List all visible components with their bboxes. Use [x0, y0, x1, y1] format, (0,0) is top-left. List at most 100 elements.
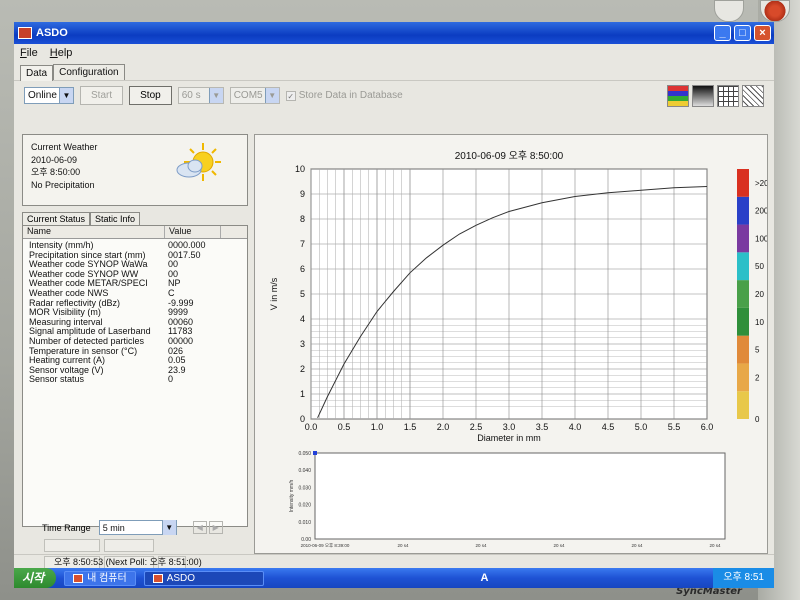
colorbar-segment	[737, 169, 749, 197]
mode-select-value: Online	[28, 90, 57, 101]
table-row[interactable]: Weather code NWS C	[23, 288, 247, 299]
x-tick-label: 3.5	[536, 422, 549, 432]
table-row[interactable]: Number of detected particles 00000	[23, 336, 247, 347]
from-time-field[interactable]	[104, 539, 154, 552]
tab-data[interactable]: Data	[20, 65, 54, 81]
table-row[interactable]: Sensor voltage (V) 23.9	[23, 365, 247, 376]
column-header-name[interactable]: Name	[23, 226, 165, 238]
menu-help[interactable]: Help	[50, 47, 73, 59]
grayscale-icon[interactable]	[692, 84, 714, 107]
maximize-button[interactable]: □	[734, 25, 751, 41]
chevron-down-icon: ▼	[264, 88, 279, 103]
mode-select[interactable]: Online ▼	[24, 87, 74, 104]
x-tick-label: 5.5	[668, 422, 681, 432]
system-tray: 오후 8:51	[713, 568, 774, 588]
taskbar-item-asdo[interactable]: ASDO	[143, 570, 264, 586]
row-name: Measuring interval	[29, 317, 103, 327]
time-range-label: Time Range	[42, 522, 91, 533]
tab-current-status[interactable]: Current Status	[22, 212, 91, 225]
y-tick-label: 6	[300, 264, 305, 274]
y-tick-label: 9	[300, 189, 305, 199]
x-tick-label: 5.0	[635, 422, 648, 432]
status-list: Name Value Intensity (mm/h) 0000.000 Preci…	[22, 225, 248, 527]
tab-configuration[interactable]: Configuration	[53, 64, 125, 80]
colorbar-segment	[737, 280, 749, 308]
store-data-checkbox[interactable]: ✓ Store Data in Database	[285, 90, 403, 101]
colorbar-segment	[737, 196, 749, 225]
table-row[interactable]: Heating current (A) 0.05	[23, 356, 247, 366]
interval-select[interactable]: 60 s ▼	[177, 87, 224, 104]
start-button[interactable]: 시작	[14, 568, 57, 588]
table-row[interactable]: Temperature in sensor (°C) 026	[23, 346, 247, 357]
start-button[interactable]: Start	[80, 86, 124, 105]
row-name: Weather code SYNOP WW	[29, 269, 139, 279]
table-row[interactable]: Intensity (mm/h) 0000.000	[23, 240, 247, 251]
x-tick-label: 0.5	[338, 422, 351, 432]
menu-file[interactable]: File	[20, 47, 38, 59]
colorbar-label: 0	[755, 415, 760, 424]
3d-view-icon[interactable]	[742, 84, 764, 107]
x-tick-label: 6.0	[701, 422, 714, 432]
y-tick-label: 1	[300, 389, 305, 399]
colorbar-label: 20	[755, 290, 764, 299]
toolbar: Online ▼ Start Stop 60 s ▼ COM5 ▼ ✓ Stor…	[14, 80, 774, 110]
colorbar-label: >200	[755, 179, 767, 188]
x-tick-label: 4.5	[602, 422, 615, 432]
from-date-field[interactable]	[44, 539, 100, 552]
clock[interactable]: 오후 8:51	[723, 568, 764, 588]
y-tick-label: 7	[300, 239, 305, 249]
tab-static-info[interactable]: Static Info	[90, 212, 141, 225]
row-name: Heating current (A)	[29, 356, 106, 366]
stop-button[interactable]: Stop	[129, 86, 172, 105]
row-name: Sensor voltage (V)	[29, 365, 104, 375]
language-indicator[interactable]: A	[481, 572, 489, 584]
menu-bar: File Help	[14, 44, 774, 62]
chart-title: 2010-06-09 오후 8:50:00	[455, 150, 564, 162]
row-value: 0	[168, 374, 174, 385]
table-row[interactable]: Precipitation since start (mm) 0017.50	[23, 250, 247, 261]
intensity-x-tick: 20 s4	[475, 543, 487, 548]
x-tick-label: 4.0	[569, 422, 582, 432]
table-row[interactable]: Measuring interval 00060	[23, 317, 247, 328]
computer-icon	[73, 573, 84, 583]
grid-icon[interactable]	[717, 84, 739, 107]
table-row[interactable]: Sensor status 0	[23, 375, 247, 385]
intensity-x-tick: 2010-06-09 오후 8:39:00	[301, 543, 350, 549]
colorbar-label: 100	[755, 234, 767, 243]
x-tick-label: 0.0	[305, 422, 318, 432]
row-name: Intensity (mm/h)	[29, 241, 94, 250]
row-name: Precipitation since start (mm)	[29, 250, 146, 260]
time-range-select[interactable]: 5 min ▼	[98, 520, 177, 535]
colorbar-segment	[737, 252, 749, 281]
column-header-value[interactable]: Value	[165, 226, 221, 238]
intensity-x-tick: 20 s4	[631, 543, 643, 548]
minimize-button[interactable]: _	[714, 25, 731, 41]
y-tick-label: 4	[300, 314, 305, 324]
close-button[interactable]: ×	[754, 25, 771, 41]
x-tick-label: 1.5	[404, 422, 417, 432]
prev-arrow-icon[interactable]: ◀	[192, 521, 207, 534]
intensity-y-tick: 0.010	[298, 520, 311, 526]
table-row[interactable]: Weather code SYNOP WW 00	[23, 269, 247, 280]
port-select[interactable]: COM5 ▼	[229, 87, 280, 104]
taskbar-item-my-computer[interactable]: 내 컴퓨터	[64, 570, 136, 586]
partly-cloudy-sun-icon	[176, 143, 221, 181]
next-arrow-icon[interactable]: ▶	[208, 521, 223, 534]
row-name: Weather code SYNOP WaWa	[29, 260, 148, 270]
table-row[interactable]: Signal amplitude of Laserband 11783	[23, 327, 247, 337]
y-tick-label: 3	[300, 339, 305, 349]
row-name: Radar reflectivity (dBz)	[29, 298, 121, 308]
row-name: Weather code NWS	[29, 288, 109, 298]
table-row[interactable]: Weather code METAR/SPECI NP	[23, 279, 247, 289]
store-data-label: Store Data in Database	[298, 90, 403, 101]
table-row[interactable]: Radar reflectivity (dBz) -9.999	[23, 298, 247, 309]
intensity-y-tick: 0.040	[298, 468, 311, 474]
table-row[interactable]: MOR Visibility (m) 9999	[23, 308, 247, 318]
color-scale-icon[interactable]	[667, 84, 689, 107]
x-tick-label: 1.0	[371, 422, 384, 432]
table-row[interactable]: Weather code SYNOP WaWa 00	[23, 260, 247, 270]
intensity-x-tick: 20 s4	[553, 543, 565, 548]
y-tick-label: 5	[300, 289, 305, 299]
status-list-header: Name Value	[23, 226, 247, 239]
status-tabs: Current Status Static Info	[22, 209, 248, 225]
